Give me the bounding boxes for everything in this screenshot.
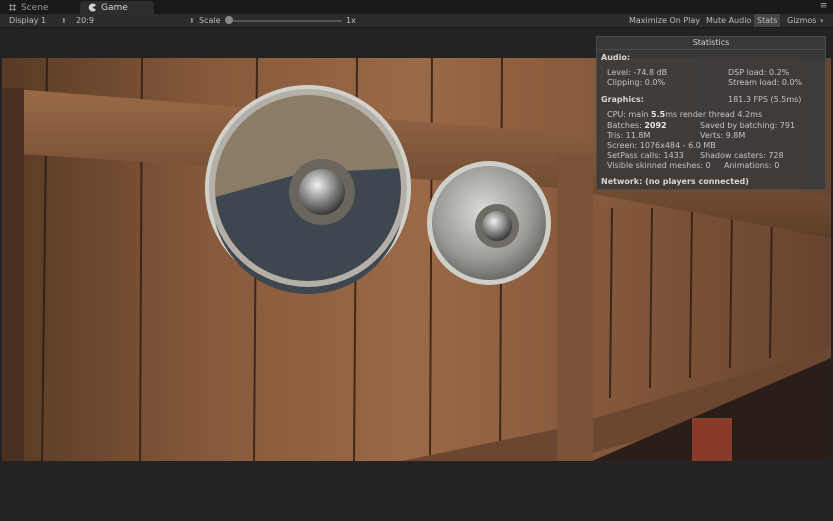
mute-audio-button[interactable]: Mute Audio [703, 14, 754, 27]
visible-skinned-meshes: Visible skinned meshes: 0 [607, 161, 711, 170]
saved-by-batching: Saved by batching: 791 [700, 121, 796, 130]
verts: Verts: 9.8M [700, 131, 746, 140]
tab-scene-label: Scene [21, 2, 49, 13]
scale-label: Scale [199, 16, 221, 25]
audio-header: Audio: [601, 53, 631, 62]
cpu-time: CPU: main 5.5ms render thread 4.2ms [607, 110, 762, 119]
tab-game[interactable]: Game [80, 1, 154, 14]
display-dropdown[interactable]: Display 1 [9, 14, 46, 27]
scale-slider-track[interactable] [228, 20, 342, 22]
aspect-label: 20:9 [76, 16, 94, 25]
stream-load: Stream load: 0.0% [728, 78, 803, 87]
tris: Tris: 11.8M [607, 131, 651, 140]
screen-info: Screen: 1076x484 - 6.0 MB [607, 141, 716, 150]
display-dropdown-arrow-icon: ⬍ [61, 16, 67, 25]
dsp-load: DSP load: 0.2% [728, 68, 790, 77]
tab-menu-icon[interactable]: ≡ [818, 2, 829, 11]
stats-button[interactable]: Stats [754, 14, 781, 27]
aspect-dropdown[interactable]: 20:9 [76, 14, 94, 27]
fps: 181.3 FPS (5.5ms) [728, 95, 802, 104]
batches-value: 2092 [644, 121, 667, 130]
audio-level: Level: -74.8 dB [607, 68, 668, 77]
cpu-suffix: ms render thread 4.2ms [665, 110, 763, 119]
network-status: Network: (no players connected) [601, 177, 749, 186]
mute-audio-label: Mute Audio [706, 16, 752, 25]
maximize-on-play-label: Maximize On Play [629, 16, 701, 25]
shield-small [427, 161, 551, 285]
stats-label: Stats [757, 16, 778, 25]
cpu-main: 5.5 [651, 110, 666, 119]
batches-prefix: Batches: [607, 121, 645, 130]
scale-value: 1x [346, 16, 356, 25]
audio-clipping: Clipping: 0.0% [607, 78, 666, 87]
grid-icon [8, 3, 17, 12]
gizmos-button[interactable]: Gizmos [784, 14, 819, 27]
gizmos-dropdown-arrow-icon[interactable]: ▾ [820, 14, 824, 27]
tab-game-label: Game [101, 2, 128, 13]
cpu-prefix: CPU: main [607, 110, 652, 119]
maximize-on-play-button[interactable]: Maximize On Play [626, 14, 703, 27]
statistics-panel: Statistics Audio: Level: -74.8 dB DSP lo… [596, 36, 826, 190]
display-label: Display 1 [9, 16, 47, 25]
setpass-calls: SetPass calls: 1433 [607, 151, 684, 160]
game-toolbar: Display 1 ⬍ 20:9 ⬍ Scale 1x Maximize On … [0, 14, 833, 28]
statistics-title: Statistics [597, 37, 825, 50]
tab-scene[interactable]: Scene [0, 1, 78, 14]
gizmos-label: Gizmos [787, 16, 817, 25]
graphics-header: Graphics: [601, 95, 644, 104]
animations: Animations: 0 [724, 161, 780, 170]
scale-slider-thumb[interactable] [225, 16, 233, 24]
tab-strip: Scene Game ≡ [0, 0, 833, 14]
batches: Batches: 2092 [607, 121, 667, 130]
shadow-casters: Shadow casters: 728 [700, 151, 784, 160]
pacman-icon [88, 3, 97, 12]
aspect-dropdown-arrow-icon: ⬍ [189, 16, 195, 25]
